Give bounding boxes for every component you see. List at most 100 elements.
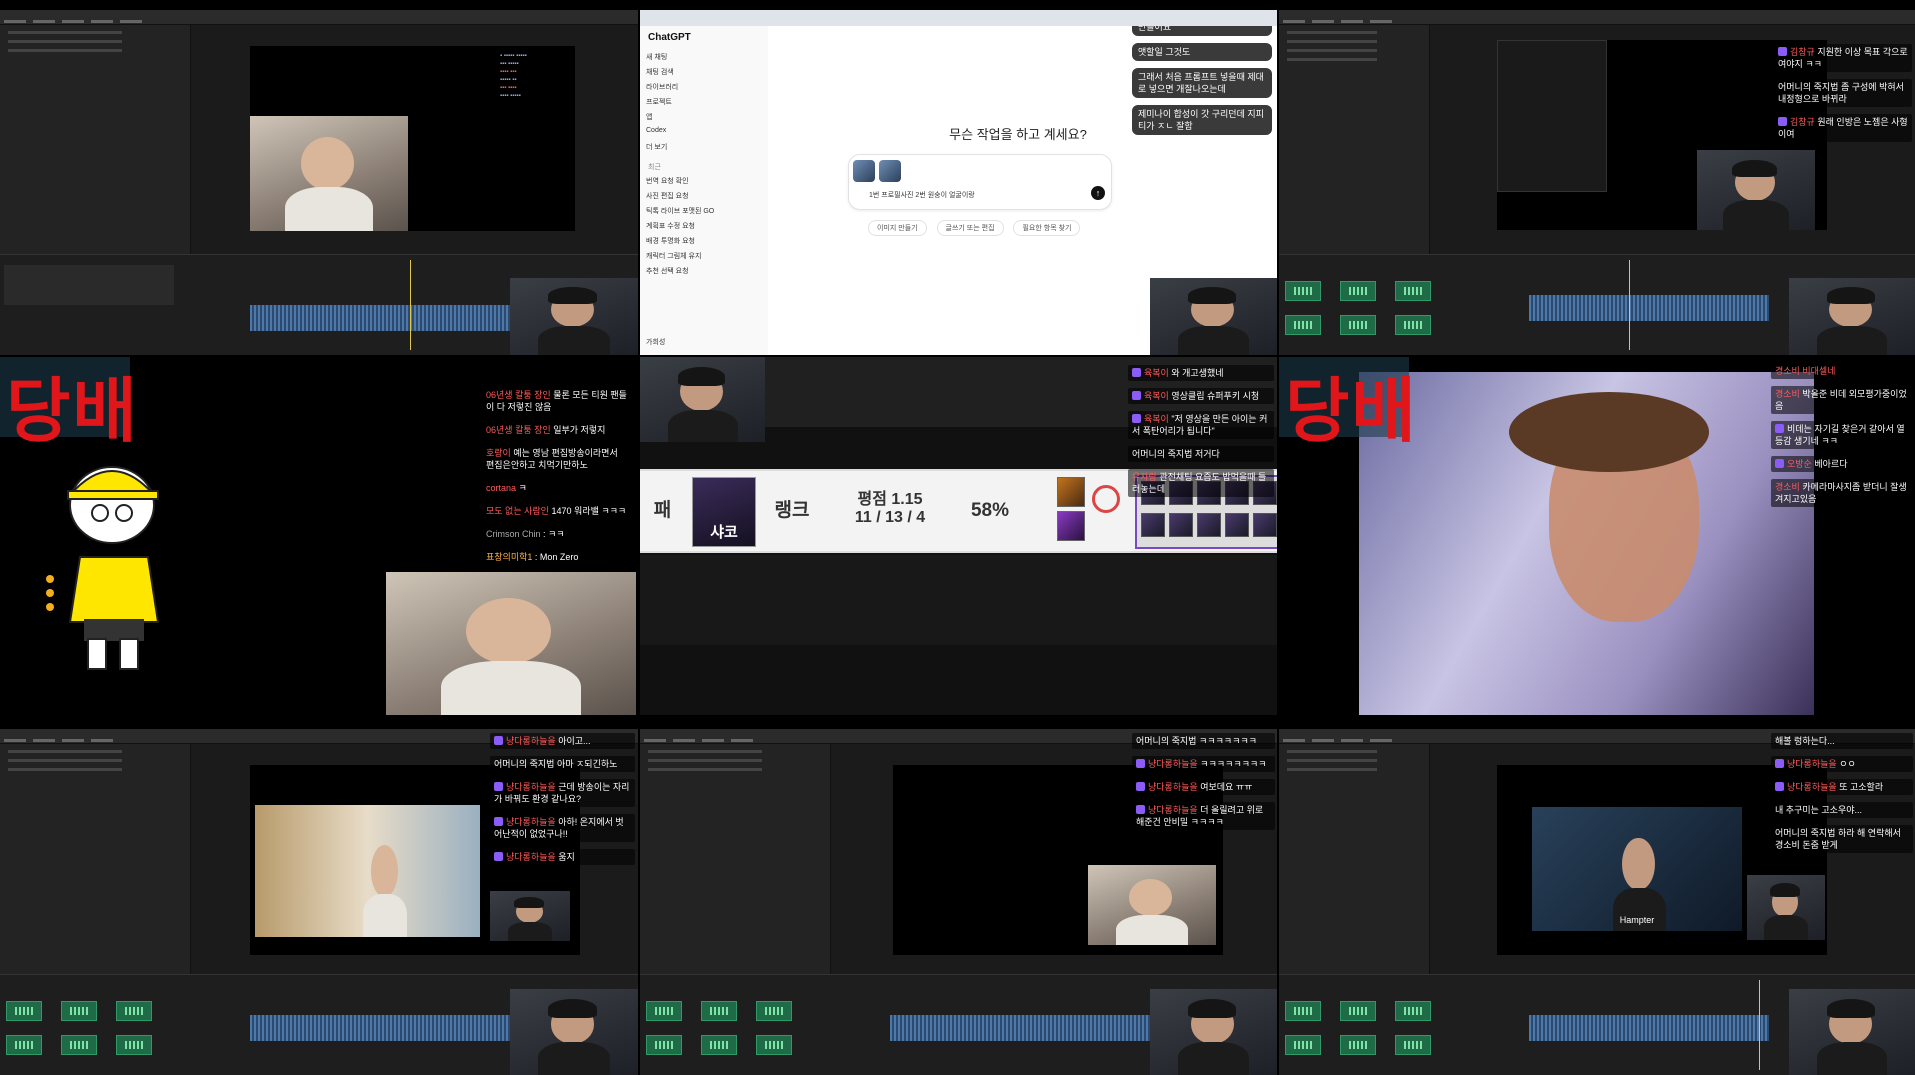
panel-editor-1: ▪ ▪▪▪▪▪ ▪▪▪▪▪ ▪▪▪ ▪▪▪▪▪ ▪▪▪▪ ▪▪▪ ▪▪▪▪▪ ▪▪ ▪▪…: [0, 10, 638, 355]
chat-message: 경소비 박올준 비데 외모평가중이었음: [1771, 386, 1913, 414]
facecam-overlay: [510, 989, 638, 1075]
history-item[interactable]: 번역 요청 확인: [646, 176, 714, 191]
browser-tabstrip[interactable]: [640, 10, 1277, 26]
audio-clip-icons[interactable]: [1285, 275, 1455, 345]
nav-apps[interactable]: 앱: [646, 112, 678, 127]
project-panel[interactable]: [1279, 744, 1430, 985]
chat-message: 해볼 렁하는다...: [1771, 733, 1913, 749]
audio-waveform[interactable]: [250, 305, 510, 331]
project-panel[interactable]: [0, 25, 191, 265]
streamer-webcam: [250, 116, 408, 231]
chat-message: 표창의미학1 : Mon Zero: [482, 549, 632, 565]
app-title[interactable]: ChatGPT: [648, 32, 691, 43]
chat-overlay: 냥다롱하늘을 아이고... 어머니의 죽지법 아마 ㅈ되긴하노 냥다롱하늘을 근…: [490, 733, 635, 872]
panel-editor-3: 김창규 지원한 이상 목표 각으로 여야지 ㅋㅋ 어머니의 죽지법 좀 구성에 …: [1279, 10, 1915, 355]
sidebar-nav: 새 채팅 채팅 검색 라이브러리 프로젝트 앱 Codex 더 보기: [646, 52, 678, 157]
rune-icon: [1057, 511, 1085, 541]
nav-search-chats[interactable]: 채팅 검색: [646, 67, 678, 82]
playhead[interactable]: [1629, 260, 1630, 350]
chat-message: 어머니의 죽지법 좀 구성에 박혀서 내정형으로 바뀌라: [1774, 79, 1912, 107]
chat-message: 호랑이 예는 영남 편집방송이라면서 편집은안하고 치먹기만하노: [482, 445, 632, 473]
chat-message: 육복이 와 개고생했네: [1128, 365, 1274, 381]
chat-window[interactable]: [1497, 40, 1607, 192]
chat-message: cortana ㅋ: [482, 480, 632, 496]
chat-message: 비데는 자기길 찾은거 같아서 열등감 생기네 ㅋㅋ: [1771, 421, 1913, 449]
chip-create-image[interactable]: 이미지 만들기: [868, 220, 927, 236]
overlay-text: 당배: [1285, 370, 1418, 452]
playhead[interactable]: [1759, 980, 1760, 1070]
panel-overlay-video: 당배 경소비 비대셀네 경소비 박올준 비데 외모평가중이었음 비데는 자기길 …: [1279, 357, 1915, 715]
chat-overlay: 육복이 와 개고생했네 육복이 영상클립 슈퍼푸키 시청 육복이 "저 영상을 …: [1128, 365, 1274, 504]
menu-bar[interactable]: [0, 10, 638, 25]
project-panel[interactable]: [0, 744, 191, 985]
playhead[interactable]: [410, 260, 411, 350]
audio-clip-icons[interactable]: [646, 995, 816, 1065]
chat-overlay: ▪ ▪▪▪▪▪ ▪▪▪▪▪ ▪▪▪ ▪▪▪▪▪ ▪▪▪▪ ▪▪▪ ▪▪▪▪▪ ▪▪ ▪▪…: [500, 53, 527, 99]
guest-person: [1592, 817, 1687, 931]
kda-value: 11 / 13 / 4: [854, 509, 926, 526]
history-item[interactable]: 사진 편집 요청: [646, 191, 714, 206]
chat-message: 모도 없는 사람인 1470 워라밸 ㅋㅋㅋ: [482, 503, 632, 519]
project-panel[interactable]: [640, 744, 831, 985]
nav-projects[interactable]: 프로젝트: [646, 97, 678, 112]
nav-codex[interactable]: Codex: [646, 127, 678, 142]
menu-bar[interactable]: [1279, 10, 1915, 25]
facecam-overlay: [1150, 278, 1277, 355]
row-prefix: 패: [653, 500, 672, 521]
chat-message: 어머니의 죽지법 ㅋㅋㅋㅋㅋㅋㅋ: [1132, 733, 1275, 749]
program-monitor[interactable]: ▪ ▪▪▪▪▪ ▪▪▪▪▪ ▪▪▪ ▪▪▪▪▪ ▪▪▪▪ ▪▪▪ ▪▪▪▪▪ ▪▪ ▪▪…: [250, 46, 575, 231]
panel-editor-9: Hampter 해볼 렁하는다... 냥다롱하늘을 ㅇㅇ 냥다롱하늘을 또 고소…: [1279, 729, 1915, 1075]
office-video: [255, 805, 480, 937]
chip-write-edit[interactable]: 글쓰기 또는 편집: [936, 220, 1004, 236]
music-video: [1359, 372, 1814, 715]
rune-icon: [1057, 477, 1085, 507]
chat-overlay: 어머니의 죽지법 ㅋㅋㅋㅋㅋㅋㅋ 냥다롱하늘을 ㅋㅋㅋㅋㅋㅋㅋㅋ 냥다롱하늘을 …: [1132, 733, 1275, 837]
chat-message: 오방순 베아르다: [1771, 456, 1913, 472]
audio-waveform[interactable]: [890, 1015, 1150, 1041]
history-item[interactable]: 배경 투명화 요청: [646, 236, 714, 251]
attachment-thumbnail[interactable]: [879, 160, 901, 182]
history-item[interactable]: 틱톡 라이브 포맷된 GO: [646, 206, 714, 221]
history-list: 번역 요청 확인 사진 편집 요청 틱톡 라이브 포맷된 GO 계획표 수정 요…: [646, 176, 714, 281]
prompt-composer[interactable]: 1번 프로필사진 2번 원숭이 얼굴이랑 ↑: [848, 154, 1112, 210]
chat-message: 그래서 처음 프롬프트 넣을때 제대로 넣으면 개잘나오는데: [1132, 68, 1272, 98]
chat-overlay: 06년생 칼퉁 장인 물론 모든 티원 팬들이 다 저렇진 않음 06년생 칼퉁…: [482, 387, 632, 572]
audio-waveform[interactable]: [250, 1015, 510, 1041]
streamer-webcam: [1697, 150, 1815, 230]
facecam-overlay: [510, 278, 638, 355]
chip-find[interactable]: 필요한 항목 찾기: [1013, 220, 1081, 236]
chat-message: 어머니의 죽지법 하라 해 연락해서 경소비 돈줌 받게: [1771, 825, 1913, 853]
nav-library[interactable]: 라이브러리: [646, 82, 678, 97]
audio-clip-icons[interactable]: [6, 995, 176, 1065]
project-panel[interactable]: [1279, 25, 1430, 265]
panel-chatgpt: ChatGPT 새 채팅 채팅 검색 라이브러리 프로젝트 앱 Codex 더 …: [640, 10, 1277, 355]
user-profile[interactable]: 가희성: [646, 337, 665, 347]
guest-video: Hampter: [1532, 807, 1742, 931]
clip-thumbnails[interactable]: [4, 265, 174, 305]
facecam-overlay: [1150, 989, 1277, 1075]
audio-waveform[interactable]: [1529, 295, 1769, 321]
nav-more[interactable]: 더 보기: [646, 142, 678, 157]
prompt-input[interactable]: 1번 프로필사진 2번 원숭이 얼굴이랑: [869, 190, 975, 200]
chat-message: 냥다롱하늘을 아하! 온지에서 벗어난적이 없었구나!!: [490, 814, 635, 842]
chat-message: 냥다롱하늘을 더 올릴려고 위로 해준건 안비밀 ㅋㅋㅋㅋ: [1132, 802, 1275, 830]
arrow-up-icon[interactable]: ↑: [1091, 186, 1105, 200]
chat-message: 유자랑 관전채팅 요즘도 밥먹을때 틀러놓는데: [1128, 469, 1274, 497]
history-item[interactable]: 계획표 수정 요청: [646, 221, 714, 236]
chat-message: 냥다롱하늘을 아이고...: [490, 733, 635, 749]
chat-overlay: 경소비 비대셀네 경소비 박올준 비데 외모평가중이었음 비데는 자기길 찾은거…: [1771, 363, 1913, 514]
audio-waveform[interactable]: [1529, 1015, 1769, 1041]
history-item[interactable]: 캐릭터 그림체 유지: [646, 251, 714, 266]
winrate: 58%: [970, 500, 1010, 521]
panel-overlay-cartoon: 당배 06년생 칼퉁 장인 물론 모든 티원 팬들이 다 저렇진 않음 06년생…: [0, 357, 638, 715]
chat-message: 냥다롱하늘을 ㅇㅇ: [1771, 756, 1913, 772]
audio-clip-icons[interactable]: [1285, 995, 1455, 1065]
history-item[interactable]: 추천 선택 요청: [646, 266, 714, 281]
facecam-overlay: [640, 357, 765, 442]
score-label: 평점 1.15: [857, 491, 923, 508]
dim-row: [640, 555, 1277, 645]
chat-message: 냥다롱하늘을 근데 방송이는 자리가 바꿔도 환경 같나요?: [490, 779, 635, 807]
attachment-thumbnail[interactable]: [853, 160, 875, 182]
chat-message: 김창규 원래 인방은 노젬은 사형이여: [1774, 114, 1912, 142]
nav-new-chat[interactable]: 새 채팅: [646, 52, 678, 67]
